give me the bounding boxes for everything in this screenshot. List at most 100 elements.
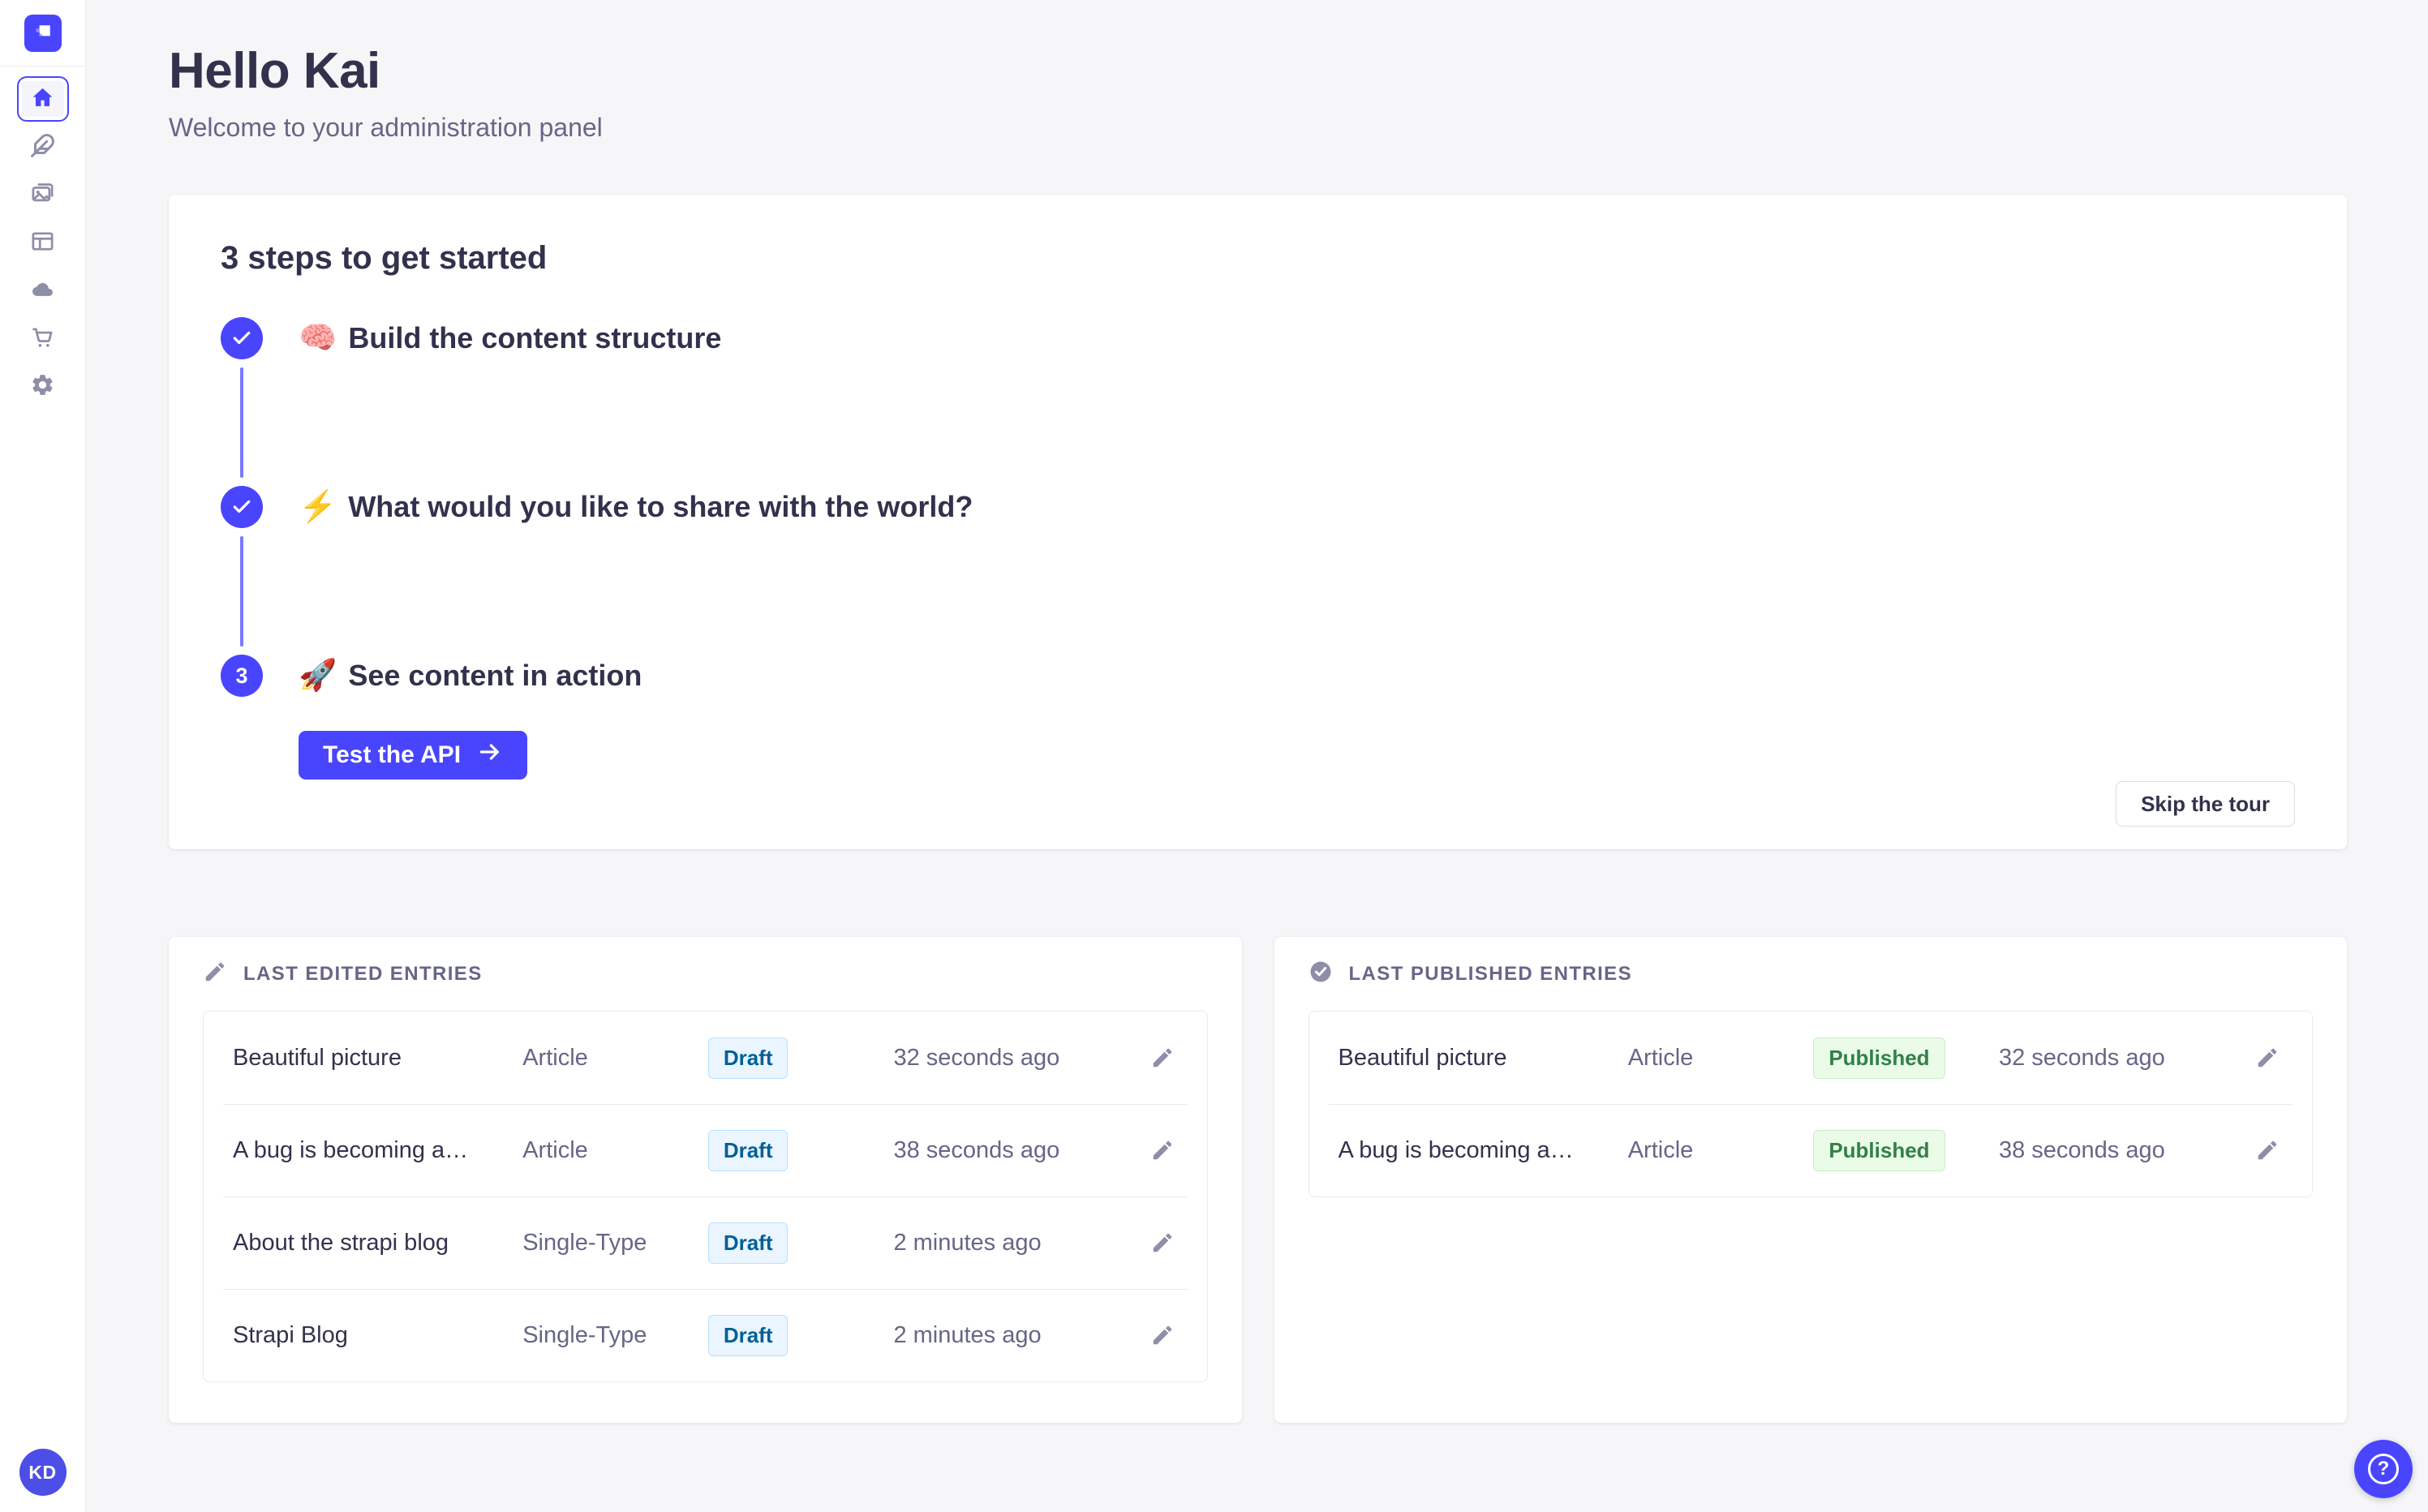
cloud-icon	[30, 277, 55, 304]
sidebar-item-home[interactable]	[16, 76, 69, 122]
pencil-icon	[1150, 1231, 1175, 1255]
status-badge: Draft	[707, 1314, 789, 1356]
entry-type: Single-Type	[522, 1229, 647, 1256]
entry-name: Beautiful picture	[1338, 1044, 1507, 1071]
entry-name: A bug is becoming a…	[233, 1136, 469, 1163]
onboarding-steps: 🧠 Build the content structure ⚡ What wou…	[221, 317, 2295, 780]
step-1-check-icon	[221, 317, 263, 359]
step-1-label: 🧠 Build the content structure	[299, 321, 722, 355]
main-content: Hello Kai Welcome to your administration…	[86, 0, 2428, 1512]
home-icon	[30, 85, 55, 113]
step-3-number: 3	[221, 655, 263, 697]
page-header: Hello Kai Welcome to your administration…	[169, 42, 2347, 143]
sidebar: KD	[0, 0, 86, 1512]
question-mark-icon: ?	[2368, 1454, 2399, 1484]
last-published-panel: LAST PUBLISHED ENTRIES Beautiful picture…	[1274, 937, 2347, 1423]
skip-tour-button[interactable]: Skip the tour	[2116, 781, 2295, 827]
entry-type: Single-Type	[522, 1321, 647, 1348]
pencil-icon	[1150, 1138, 1175, 1162]
table-row: Strapi Blog Single-Type Draft 2 minutes …	[204, 1289, 1207, 1381]
step-connector	[240, 367, 243, 478]
cart-icon	[30, 324, 55, 352]
last-edited-table: Beautiful picture Article Draft 32 secon…	[203, 1011, 1208, 1382]
last-edited-header: LAST EDITED ENTRIES	[203, 960, 1208, 988]
lightning-emoji-icon: ⚡	[299, 490, 337, 524]
status-badge: Published	[1813, 1129, 1945, 1171]
table-row: Beautiful picture Article Published 32 s…	[1309, 1012, 2313, 1104]
entry-time: 32 seconds ago	[893, 1044, 1060, 1071]
entry-type: Article	[1627, 1044, 1694, 1071]
gear-icon	[30, 372, 55, 400]
media-library-icon	[30, 181, 55, 208]
sidebar-item-content-type-builder[interactable]	[17, 220, 69, 265]
sidebar-nav	[16, 76, 69, 409]
table-row: Beautiful picture Article Draft 32 secon…	[204, 1012, 1207, 1104]
check-circle-icon	[1309, 960, 1333, 988]
table-row: A bug is becoming a… Article Published 3…	[1309, 1104, 2313, 1196]
entry-name: Beautiful picture	[233, 1044, 402, 1071]
pencil-icon	[2255, 1138, 2280, 1162]
table-row: A bug is becoming a… Article Draft 38 se…	[204, 1104, 1207, 1196]
table-row: About the strapi blog Single-Type Draft …	[204, 1196, 1207, 1289]
last-published-header: LAST PUBLISHED ENTRIES	[1309, 960, 2314, 988]
page-subtitle: Welcome to your administration panel	[169, 113, 603, 142]
edit-entry-button[interactable]	[2252, 1042, 2283, 1073]
test-api-button[interactable]: Test the API	[299, 731, 528, 780]
status-badge: Draft	[707, 1222, 789, 1264]
skip-row: Skip the tour	[221, 781, 2295, 827]
strapi-logo-button[interactable]	[24, 15, 62, 52]
onboarding-title: 3 steps to get started	[221, 240, 548, 276]
step-row-1: 🧠 Build the content structure	[221, 317, 2295, 359]
entry-time: 38 seconds ago	[1998, 1136, 2165, 1163]
edit-entry-button[interactable]	[1147, 1135, 1178, 1166]
step-2-check-icon	[221, 486, 263, 528]
sidebar-divider	[0, 66, 86, 67]
sidebar-item-marketplace[interactable]	[17, 316, 69, 361]
entry-time: 2 minutes ago	[893, 1321, 1042, 1348]
sidebar-item-settings[interactable]	[17, 363, 69, 409]
edit-entry-button[interactable]	[1147, 1320, 1178, 1351]
edit-entry-button[interactable]	[1147, 1227, 1178, 1258]
step-row-2: ⚡ What would you like to share with the …	[221, 486, 2295, 528]
edit-entry-button[interactable]	[2252, 1135, 2283, 1166]
brain-emoji-icon: 🧠	[299, 321, 337, 355]
status-badge: Published	[1813, 1037, 1945, 1079]
page-title: Hello Kai	[169, 43, 380, 99]
step-row-3: 3 🚀 See content in action	[221, 655, 2295, 697]
entry-time: 32 seconds ago	[1998, 1044, 2165, 1071]
entry-time: 2 minutes ago	[893, 1229, 1042, 1256]
entry-type: Article	[522, 1044, 588, 1071]
entry-time: 38 seconds ago	[893, 1136, 1060, 1163]
pencil-icon	[1150, 1046, 1175, 1070]
user-avatar[interactable]: KD	[19, 1449, 67, 1496]
entry-name: About the strapi blog	[233, 1229, 449, 1256]
cta-row: Test the API	[299, 731, 2295, 780]
onboarding-card: 3 steps to get started 🧠 Build the conte…	[169, 195, 2347, 849]
status-badge: Draft	[707, 1129, 789, 1171]
last-published-table: Beautiful picture Article Published 32 s…	[1308, 1011, 2313, 1197]
last-published-title: LAST PUBLISHED ENTRIES	[1348, 962, 1632, 985]
entry-type: Article	[1627, 1136, 1694, 1163]
edit-entry-button[interactable]	[1147, 1042, 1178, 1073]
sidebar-item-deploy[interactable]	[17, 268, 69, 313]
rocket-emoji-icon: 🚀	[299, 659, 337, 693]
pencil-icon	[2255, 1046, 2280, 1070]
arrow-right-icon	[477, 739, 503, 771]
entry-type: Article	[522, 1136, 588, 1163]
help-button[interactable]: ?	[2354, 1440, 2413, 1498]
step-3-label: 🚀 See content in action	[299, 659, 642, 693]
last-edited-panel: LAST EDITED ENTRIES Beautiful picture Ar…	[169, 937, 1242, 1423]
entry-name: Strapi Blog	[233, 1321, 348, 1348]
pencil-icon	[1150, 1323, 1175, 1347]
entry-name: A bug is becoming a…	[1338, 1136, 1574, 1163]
feather-icon	[30, 133, 55, 161]
last-edited-title: LAST EDITED ENTRIES	[243, 962, 483, 985]
sidebar-item-media-library[interactable]	[17, 172, 69, 217]
pencil-icon	[203, 960, 227, 988]
step-connector	[240, 536, 243, 646]
status-badge: Draft	[707, 1037, 789, 1079]
sidebar-item-content-manager[interactable]	[17, 124, 69, 170]
step-2-label: ⚡ What would you like to share with the …	[299, 490, 973, 524]
layout-icon	[30, 229, 55, 256]
entries-panels: LAST EDITED ENTRIES Beautiful picture Ar…	[169, 937, 2347, 1423]
